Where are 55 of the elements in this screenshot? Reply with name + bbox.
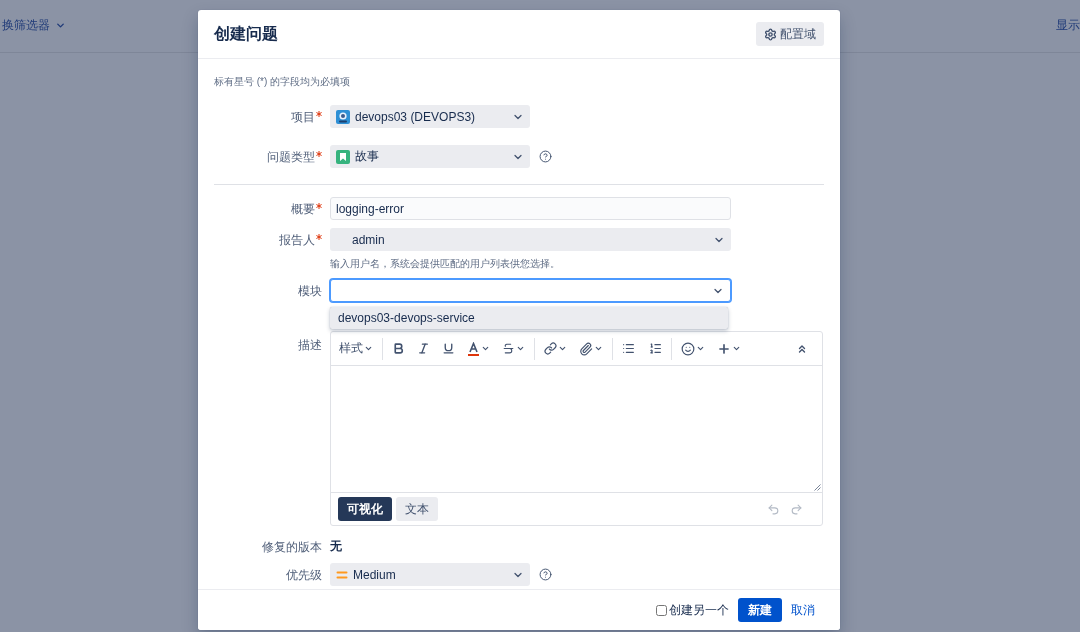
caret-icon bbox=[516, 344, 525, 353]
priority-select[interactable]: Medium bbox=[330, 563, 530, 586]
smiley-icon bbox=[681, 341, 695, 356]
help-icon[interactable] bbox=[539, 568, 552, 581]
editor-mode-tab[interactable]: 可视化 bbox=[338, 497, 392, 521]
create-another-checkbox[interactable] bbox=[656, 604, 667, 616]
configure-fields-button[interactable]: 配置域 bbox=[756, 22, 824, 46]
project-avatar-icon bbox=[336, 109, 350, 124]
italic-icon bbox=[417, 342, 430, 355]
project-select[interactable]: devops03 (DEVOPS3) bbox=[330, 105, 530, 128]
resize-grip-icon bbox=[814, 484, 821, 491]
cancel-link[interactable]: 取消 bbox=[788, 601, 818, 619]
caret-icon bbox=[558, 344, 567, 353]
reporter-select[interactable]: admin bbox=[330, 228, 731, 251]
caret-icon bbox=[481, 344, 490, 353]
caret-icon bbox=[364, 344, 373, 353]
caret-icon bbox=[696, 344, 705, 353]
filter-menu-button[interactable]: 换筛选器 bbox=[2, 17, 66, 34]
bullet-list-icon bbox=[622, 342, 635, 355]
field-label: 修复的版本 bbox=[262, 538, 322, 555]
bold-icon bbox=[392, 342, 405, 355]
checkbox-label: 创建另一个 bbox=[669, 601, 729, 619]
component-select[interactable] bbox=[330, 279, 731, 302]
strikethrough-icon bbox=[502, 342, 515, 355]
field-label: 优先级 bbox=[286, 566, 322, 583]
gear-icon bbox=[764, 27, 777, 41]
create-button[interactable]: 新建 bbox=[738, 598, 782, 622]
numbered-list-icon bbox=[649, 342, 662, 355]
issue-type-select[interactable]: 故事 bbox=[330, 145, 530, 168]
field-label: 问题类型 bbox=[267, 148, 315, 165]
required-fields-note: 标有星号 (*) 的字段均为必填项 bbox=[214, 76, 352, 88]
field-label: 描述 bbox=[298, 337, 322, 353]
dialog-title: 创建问题 bbox=[214, 23, 278, 44]
caret-icon bbox=[55, 20, 66, 31]
field-label: 报告人 bbox=[279, 231, 315, 248]
field-label: 模块 bbox=[298, 282, 322, 299]
caret-icon bbox=[732, 344, 741, 353]
fix-version-value: 无 bbox=[330, 538, 342, 555]
suggestion-item[interactable]: devops03-devops-service bbox=[330, 307, 728, 329]
field-label: 概要 bbox=[291, 200, 315, 217]
help-icon[interactable] bbox=[539, 150, 552, 163]
link-icon bbox=[544, 342, 557, 355]
paperclip-icon bbox=[579, 341, 593, 356]
equals-icon bbox=[336, 569, 348, 580]
field-label: 项目 bbox=[291, 108, 315, 125]
style-menu-button[interactable]: 样式 bbox=[335, 337, 377, 360]
caret-icon bbox=[594, 344, 603, 353]
summary-input[interactable]: logging-error bbox=[330, 197, 731, 220]
text-color-icon bbox=[467, 341, 480, 356]
plus-icon bbox=[717, 341, 731, 356]
editor-mode-tab[interactable]: 文本 bbox=[396, 497, 438, 521]
reporter-hint: 输入用户名，系统会提供匹配的用户列表供您选择。 bbox=[330, 257, 561, 271]
underline-icon bbox=[442, 342, 455, 355]
bookmark-icon bbox=[336, 149, 350, 164]
display-link[interactable]: 显示 bbox=[1056, 17, 1080, 34]
